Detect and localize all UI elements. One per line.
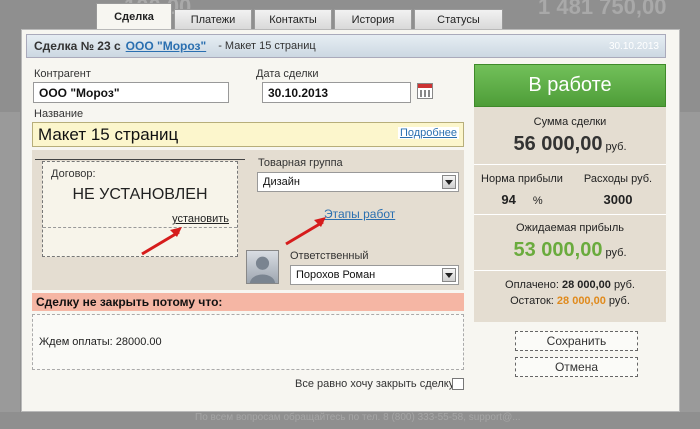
user-silhouette-head [255, 256, 270, 270]
deal-name-field[interactable]: Макет 15 страниц Подробнее [32, 122, 464, 147]
deal-number: Сделка № 23 с [34, 39, 121, 53]
close-reason-header: Сделку не закрыть потому что: [32, 293, 464, 311]
expenses-label: Расходы руб. [583, 173, 653, 185]
background-panel-right [680, 112, 700, 412]
chevron-down-icon[interactable] [442, 175, 456, 189]
responsible-value: Порохов Роман [296, 269, 376, 281]
red-arrow-stages-line [285, 220, 324, 246]
close-reason-text: Ждем оплаты: 28000.00 [39, 336, 162, 348]
profit-rate-percent: % [532, 195, 543, 207]
expenses-value: 3000 [603, 192, 633, 207]
contract-card-top-line [35, 159, 245, 162]
footer-text: По всем вопросам обращайтесь по тел. 8 (… [195, 412, 521, 423]
background-number-right: 1 481 750,00 [538, 0, 667, 19]
deal-subject: - Макет 15 страниц [218, 40, 316, 52]
deal-header: Сделка № 23 с ООО "Мороз" - Макет 15 стр… [26, 34, 666, 58]
paid-row: Оплачено: 28 000,00 руб. [474, 279, 666, 291]
more-link[interactable]: Подробнее [397, 127, 459, 139]
paid-value: 28 000,00 [561, 279, 611, 291]
remaining-currency: руб. [608, 295, 630, 307]
responsible-avatar [246, 250, 279, 284]
chevron-down-icon[interactable] [442, 268, 456, 282]
calendar-icon[interactable] [417, 83, 433, 99]
deal-sum-value: 56 000,00 [513, 133, 603, 155]
company-link[interactable]: ООО "Мороз" [126, 39, 207, 53]
divider [474, 270, 666, 271]
status-panel: В работе Сумма сделки 56 000,00 руб. Нор… [474, 64, 666, 322]
red-arrow-contract [141, 227, 182, 256]
deal-name-value: Макет 15 страниц [38, 125, 179, 144]
profit-rate-label: Норма прибыли [481, 173, 563, 185]
expected-profit-value: 53 000,00 [513, 239, 603, 261]
header-date: 30.10.2013 [608, 40, 659, 52]
deal-sum-row: 56 000,00 руб. [474, 133, 666, 156]
deal-sum-label: Сумма сделки [533, 116, 607, 128]
remaining-row: Остаток: 28 000,00 руб. [474, 295, 666, 307]
tab-payments[interactable]: Платежи [174, 9, 252, 29]
red-arrow-contract-line [141, 230, 180, 256]
name-label: Название [34, 108, 84, 120]
status-panel-zigzag [474, 318, 666, 326]
paid-currency: руб. [613, 279, 635, 291]
contract-status: НЕ УСТАНОВЛЕН [72, 186, 208, 203]
product-group-value: Дизайн [263, 176, 300, 188]
deal-date-label: Дата сделки [256, 68, 319, 80]
user-silhouette-body [249, 274, 276, 283]
remaining-value: 28 000,00 [556, 295, 606, 307]
counterparty-label: Контрагент [34, 68, 91, 80]
responsible-select[interactable]: Порохов Роман [290, 265, 459, 285]
product-group-select[interactable]: Дизайн [257, 172, 459, 192]
save-button[interactable]: Сохранить [515, 331, 638, 351]
responsible-label: Ответственный [290, 250, 369, 262]
profit-rate-value: 94 [501, 192, 516, 207]
close-reason-box: Ждем оплаты: 28000.00 [32, 314, 464, 370]
user-silhouette-icon [249, 256, 276, 283]
divider [474, 164, 666, 165]
cancel-button[interactable]: Отмена [515, 357, 638, 377]
red-arrow-stages [285, 217, 326, 246]
tab-deal[interactable]: Сделка [96, 3, 172, 29]
tab-bar: Сделка Платежи Контакты История Статусы [96, 3, 503, 29]
counterparty-field[interactable]: ООО "Мороз" [33, 82, 229, 103]
contract-title: Договор: [51, 168, 96, 180]
deal-sum-currency: руб. [605, 141, 627, 153]
close-anyway-label: Все равно хочу закрыть сделку [295, 378, 455, 390]
tab-statuses[interactable]: Статусы [414, 9, 503, 29]
tab-contacts[interactable]: Контакты [254, 9, 332, 29]
deal-date-field[interactable]: 30.10.2013 [262, 82, 411, 103]
profit-rate-row: 94 % [474, 192, 570, 207]
product-group-label: Товарная группа [258, 157, 343, 169]
divider [474, 214, 666, 215]
expected-profit-currency: руб. [605, 247, 627, 259]
tab-history[interactable]: История [334, 9, 412, 29]
deal-status-button[interactable]: В работе [474, 64, 666, 107]
background-panel-left [0, 112, 20, 412]
expected-profit-row: 53 000,00 руб. [474, 239, 666, 262]
paid-label: Оплачено: [505, 279, 559, 291]
expected-profit-label: Ожидаемая прибыль [516, 222, 624, 234]
close-anyway-checkbox[interactable] [452, 378, 464, 390]
remaining-label: Остаток: [510, 295, 554, 307]
